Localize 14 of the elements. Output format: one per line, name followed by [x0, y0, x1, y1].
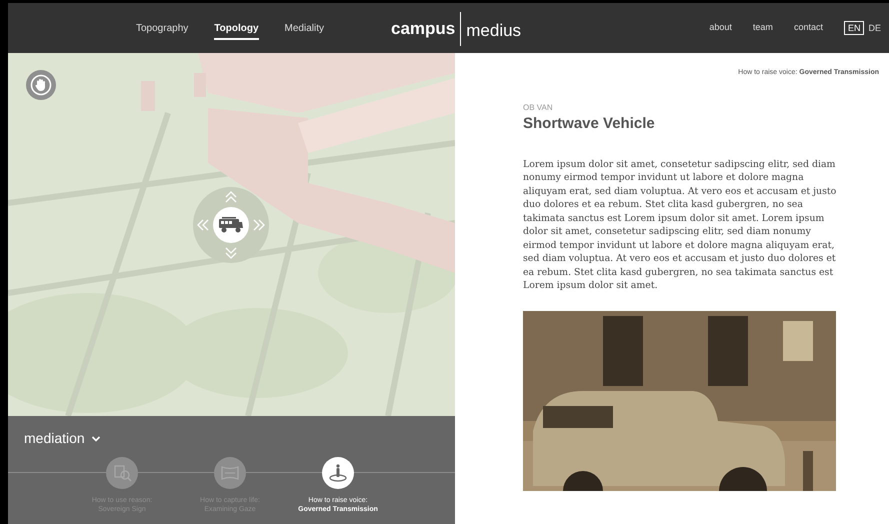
nav-tab[interactable]: Topology: [214, 20, 259, 40]
article-title: Shortwave Vehicle: [523, 114, 656, 134]
mediation-dropdown[interactable]: mediation: [24, 428, 101, 449]
nav-link[interactable]: contact: [794, 21, 823, 35]
nav-tab[interactable]: Topography: [136, 20, 188, 40]
language-link[interactable]: EN: [844, 21, 864, 35]
logo-text[interactable]: campus: [391, 16, 460, 42]
nav-link[interactable]: about: [709, 21, 732, 35]
article-overline: OB VAN: [523, 102, 554, 114]
article-body: Lorem ipsum dolor sit amet, consetetur sadipscing elitr, sed diam nonumy eirmod tempor invidunt ut labore et dolore magna aliquyam erat, sed diam voluptua. At vero eos et accusam et justo duo dolores et ea rebum. Stet clita kasd gubergren, no sea takimata sanctus est Lorem ipsum dolor sit amet. Lorem ipsum dolor sit amet, consetetur sadipscing elitr, sed diam nonumy eirmod tempor invidunt ut labore et dolore magna aliquyam erat, sed diam voluptua. At vero eos et accusam et justo duo dolores et ea rebum. Stet clita kasd gubergren, no sea takimata sanctus est Lorem ipsum dolor sit amet.: [523, 158, 838, 292]
logo-text[interactable]: medius: [461, 18, 522, 44]
nav-link[interactable]: team: [752, 21, 773, 35]
language-link[interactable]: DE: [868, 22, 881, 34]
nav-tab[interactable]: Mediality: [284, 20, 324, 40]
